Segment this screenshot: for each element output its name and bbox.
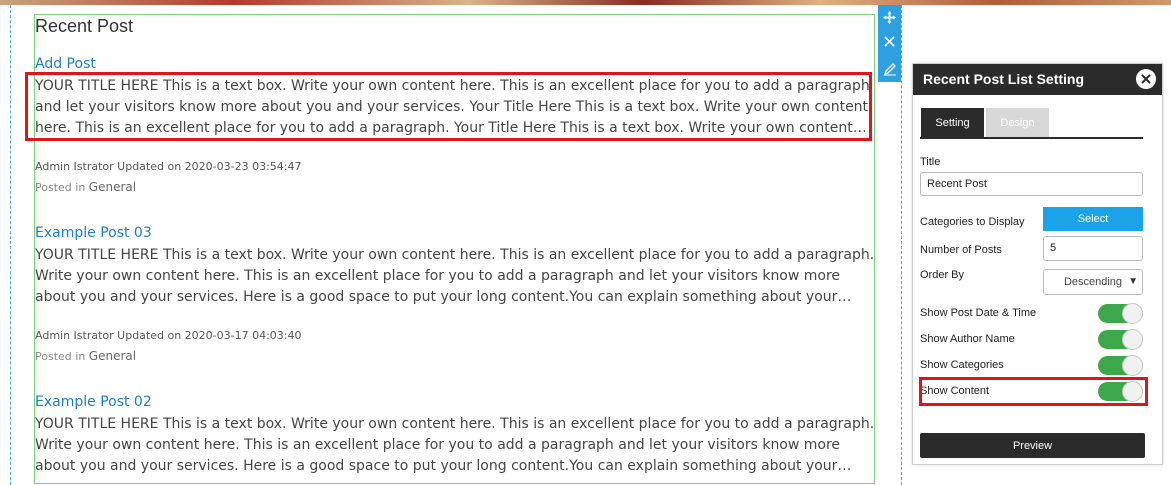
chevron-down-icon: ▼ xyxy=(1128,276,1138,287)
settings-panel: Recent Post List Setting Setting Design … xyxy=(912,63,1163,465)
title-input[interactable]: Recent Post xyxy=(920,172,1143,196)
toggle-show-categories[interactable] xyxy=(1098,355,1143,376)
preview-button[interactable]: Preview xyxy=(920,433,1145,458)
panel-title: Recent Post List Setting xyxy=(923,71,1085,87)
select-categories-button[interactable]: Select xyxy=(1043,207,1143,231)
posted-in-label: Posted in xyxy=(35,350,86,363)
category-link[interactable]: General xyxy=(89,180,136,194)
order-by-select[interactable]: Descending ▼ xyxy=(1043,269,1143,295)
widget-title: Recent Post xyxy=(35,16,134,36)
panel-header[interactable]: Recent Post List Setting xyxy=(913,64,1162,95)
toggle-label: Show Post Date & Time xyxy=(920,307,1037,319)
toggle-knob xyxy=(1122,303,1143,324)
post-item: Example Post 03 YOUR TITLE HERE This is … xyxy=(35,225,876,363)
order-by-value: Descending xyxy=(1063,276,1123,288)
content-highlight-box xyxy=(25,72,872,141)
post-meta: Admin Istrator Updated on 2020-03-17 04:… xyxy=(35,329,302,342)
categories-label: Categories to Display xyxy=(920,216,1025,228)
pencil-icon[interactable] xyxy=(878,56,901,81)
post-meta: Admin Istrator Updated on 2020-03-23 03:… xyxy=(35,160,302,173)
post-category-line: Posted in General xyxy=(35,349,876,363)
toggle-label: Show Categories xyxy=(920,359,1004,371)
post-title-link[interactable]: Example Post 03 xyxy=(35,225,876,241)
post-content: YOUR TITLE HERE This is a text box. Writ… xyxy=(35,247,875,305)
post-content: YOUR TITLE HERE This is a text box. Writ… xyxy=(35,416,875,474)
tab-design[interactable]: Design xyxy=(986,108,1049,137)
close-icon xyxy=(1141,74,1151,84)
toggle-knob xyxy=(1122,329,1143,350)
toggle-show-author[interactable] xyxy=(1098,329,1143,350)
close-icon[interactable] xyxy=(878,29,901,54)
title-label: Title xyxy=(920,156,941,168)
post-title-link[interactable]: Example Post 02 xyxy=(35,394,876,410)
order-by-label: Order By xyxy=(920,269,965,281)
show-content-highlight-box xyxy=(919,377,1148,406)
num-posts-label: Number of Posts xyxy=(920,244,1002,256)
posted-in-label: Posted in xyxy=(35,181,86,194)
panel-close-button[interactable] xyxy=(1136,69,1156,89)
category-link[interactable]: General xyxy=(89,349,136,363)
num-posts-input[interactable]: 5 xyxy=(1043,236,1143,261)
tab-setting[interactable]: Setting xyxy=(921,108,984,137)
post-item: Example Post 02 YOUR TITLE HERE This is … xyxy=(35,394,876,477)
toggle-knob xyxy=(1122,355,1143,376)
post-title-link[interactable]: Add Post xyxy=(35,56,876,72)
move-arrows-icon[interactable] xyxy=(878,5,901,30)
toggle-label: Show Author Name xyxy=(920,333,1015,345)
post-category-line: Posted in General xyxy=(35,180,876,194)
tab-underline xyxy=(920,137,1143,139)
toggle-show-post-date[interactable] xyxy=(1098,303,1143,324)
